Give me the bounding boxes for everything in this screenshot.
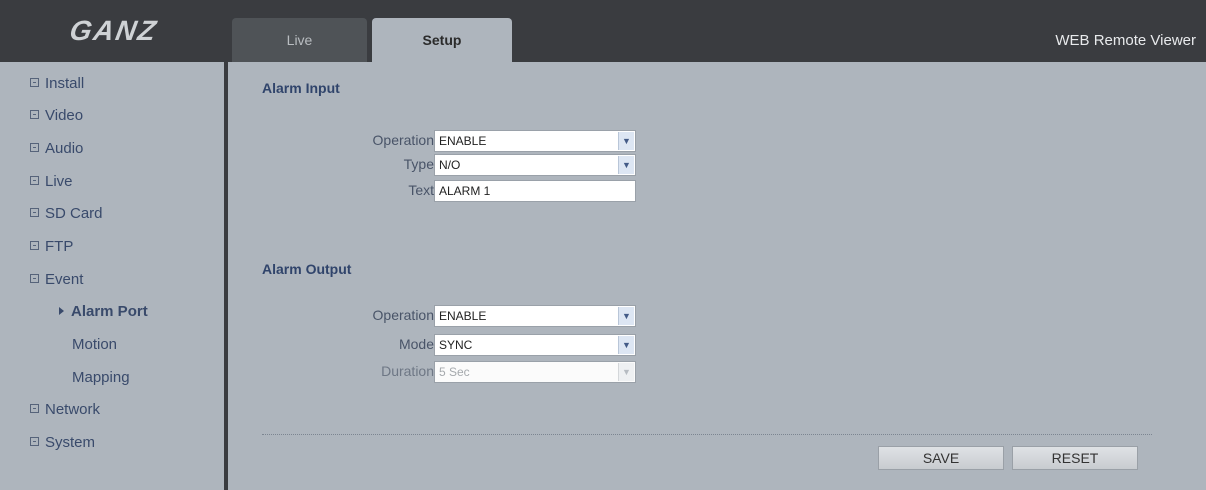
sidebar-subitem-mapping[interactable]: Mapping bbox=[72, 369, 130, 386]
sidebar-item-label: Video bbox=[45, 107, 84, 124]
alarm-output-duration-row: Duration 5 Sec ▼ bbox=[228, 361, 648, 383]
expand-box-icon bbox=[30, 110, 39, 119]
select-value: SYNC bbox=[439, 338, 473, 352]
ganz-logo: GANZ bbox=[0, 0, 228, 62]
top-header-bar: GANZ Live Setup WEB Remote Viewer bbox=[0, 0, 1206, 62]
tab-live[interactable]: Live bbox=[232, 18, 367, 62]
triangle-right-icon bbox=[59, 307, 64, 315]
sidebar-item-label: FTP bbox=[45, 238, 74, 255]
sidebar-item-network[interactable]: Network bbox=[30, 401, 100, 418]
save-button[interactable]: SAVE bbox=[878, 446, 1004, 470]
alarm-input-operation-row: Operation ENABLE ▼ bbox=[228, 130, 648, 152]
sidebar-item-video[interactable]: Video bbox=[30, 107, 83, 124]
expand-box-icon bbox=[30, 404, 39, 413]
tab-setup[interactable]: Setup bbox=[372, 18, 512, 62]
alarm-input-type-row: Type N/O ▼ bbox=[228, 154, 648, 176]
sidebar-subitem-motion[interactable]: Motion bbox=[72, 336, 117, 353]
field-label: Text bbox=[408, 182, 434, 198]
field-label: Duration bbox=[381, 363, 434, 379]
sidebar-item-live[interactable]: Live bbox=[30, 173, 73, 190]
section-title-alarm-output: Alarm Output bbox=[262, 261, 352, 277]
dotted-divider bbox=[262, 434, 1152, 435]
expand-box-icon bbox=[30, 143, 39, 152]
chevron-down-icon: ▼ bbox=[618, 363, 634, 381]
sidebar-item-event[interactable]: Event bbox=[30, 271, 83, 288]
sidebar: Install Video Audio Live SD Card FTP Eve… bbox=[0, 62, 224, 490]
sidebar-item-system[interactable]: System bbox=[30, 434, 95, 451]
logo-text: GANZ bbox=[67, 15, 161, 46]
sidebar-item-label: System bbox=[45, 434, 96, 451]
sidebar-item-label: Network bbox=[45, 401, 101, 418]
field-label: Operation bbox=[372, 132, 434, 148]
select-value: N/O bbox=[439, 158, 461, 172]
chevron-down-icon[interactable]: ▼ bbox=[618, 132, 634, 150]
alarm-output-mode-row: Mode SYNC ▼ bbox=[228, 334, 648, 356]
field-label: Mode bbox=[398, 336, 434, 352]
select-value: ENABLE bbox=[439, 309, 487, 323]
alarm-input-type-select[interactable]: N/O ▼ bbox=[434, 154, 636, 176]
alarm-input-text-row: Text ALARM 1 bbox=[228, 180, 648, 202]
sidebar-subitem-alarm-port[interactable]: Alarm Port bbox=[59, 303, 148, 320]
sidebar-item-label: SD Card bbox=[45, 205, 103, 222]
expand-box-icon bbox=[30, 274, 39, 283]
alarm-output-duration-select: 5 Sec ▼ bbox=[434, 361, 636, 383]
expand-box-icon bbox=[30, 78, 39, 87]
alarm-input-text-field[interactable]: ALARM 1 bbox=[434, 180, 636, 202]
sidebar-subitem-label: Alarm Port bbox=[71, 303, 148, 320]
sidebar-item-sd-card[interactable]: SD Card bbox=[30, 205, 103, 222]
reset-button[interactable]: RESET bbox=[1012, 446, 1138, 470]
expand-box-icon bbox=[30, 241, 39, 250]
sidebar-item-install[interactable]: Install bbox=[30, 75, 84, 92]
sidebar-item-label: Install bbox=[45, 75, 85, 92]
main-content: Alarm Input Operation ENABLE ▼ Type N/O … bbox=[228, 62, 1206, 490]
alarm-output-mode-select[interactable]: SYNC ▼ bbox=[434, 334, 636, 356]
sidebar-item-label: Event bbox=[45, 271, 84, 288]
select-value: 5 Sec bbox=[439, 365, 470, 379]
alarm-output-operation-select[interactable]: ENABLE ▼ bbox=[434, 305, 636, 327]
field-label: Operation bbox=[372, 307, 434, 323]
alarm-output-operation-row: Operation ENABLE ▼ bbox=[228, 305, 648, 327]
expand-box-icon bbox=[30, 176, 39, 185]
chevron-down-icon[interactable]: ▼ bbox=[618, 307, 634, 325]
expand-box-icon bbox=[30, 437, 39, 446]
chevron-down-icon[interactable]: ▼ bbox=[618, 156, 634, 174]
field-label: Type bbox=[403, 156, 434, 172]
alarm-input-operation-select[interactable]: ENABLE ▼ bbox=[434, 130, 636, 152]
expand-box-icon bbox=[30, 208, 39, 217]
app-title: WEB Remote Viewer bbox=[1055, 32, 1196, 49]
sidebar-item-label: Audio bbox=[45, 140, 84, 157]
sidebar-item-label: Live bbox=[45, 173, 73, 190]
section-title-alarm-input: Alarm Input bbox=[262, 80, 340, 96]
sidebar-item-ftp[interactable]: FTP bbox=[30, 238, 73, 255]
sidebar-subitem-label: Mapping bbox=[72, 369, 130, 386]
sidebar-item-audio[interactable]: Audio bbox=[30, 140, 83, 157]
sidebar-subitem-label: Motion bbox=[72, 336, 118, 353]
select-value: ENABLE bbox=[439, 134, 487, 148]
chevron-down-icon[interactable]: ▼ bbox=[618, 336, 634, 354]
